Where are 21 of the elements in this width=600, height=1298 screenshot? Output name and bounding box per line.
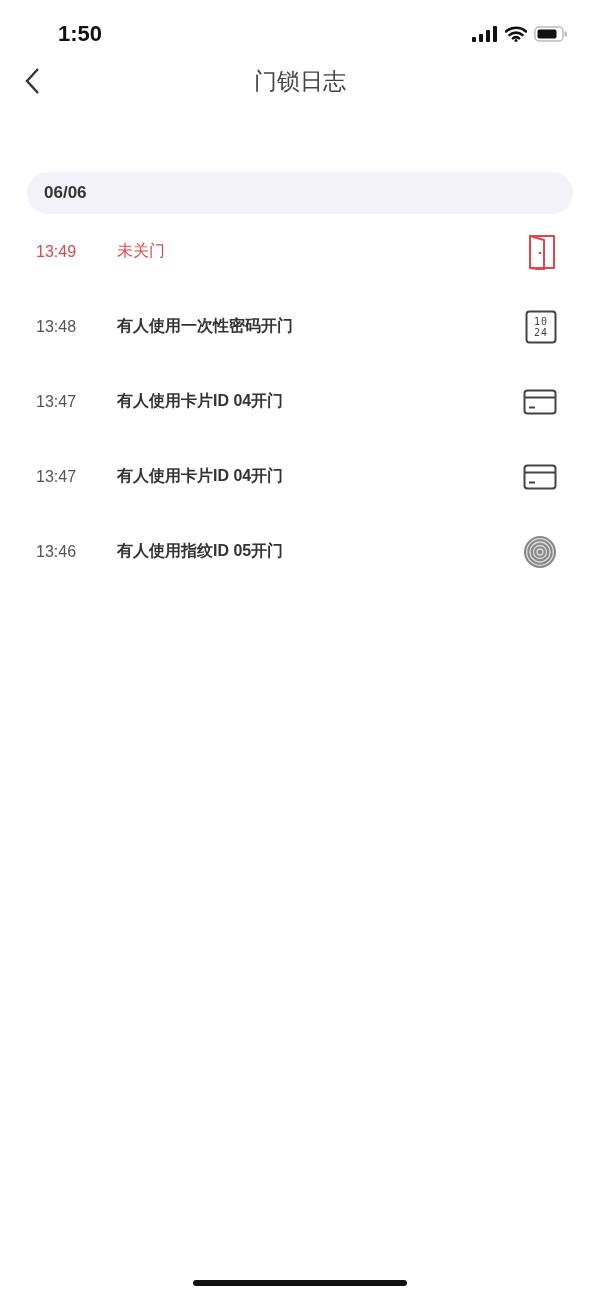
card-icon (523, 463, 557, 490)
event-time: 13:46 (36, 542, 78, 561)
event-text: 有人使用卡片ID 04开门 (117, 466, 285, 486)
page-title: 门锁日志 (254, 66, 346, 96)
event-time: 13:47 (36, 392, 78, 411)
fingerprint-icon (523, 534, 557, 569)
date-header: 06/06 (27, 172, 573, 214)
door-icon (527, 233, 557, 270)
keypad-icon: 10 24 (525, 309, 557, 344)
wifi-icon (505, 26, 527, 42)
battery-icon (534, 26, 568, 42)
event-time: 13:47 (36, 467, 78, 486)
event-time: 13:48 (36, 317, 78, 336)
signal-icon (472, 26, 498, 42)
status-time: 1:50 (58, 21, 103, 47)
event-text: 有人使用一次性密码开门 (117, 316, 294, 336)
card-icon (523, 388, 557, 415)
event-text: 有人使用指纹ID 05开门 (117, 541, 285, 561)
event-time: 13:49 (36, 242, 78, 261)
event-text: 未关门 (117, 241, 166, 261)
event-text: 有人使用卡片ID 04开门 (117, 391, 285, 411)
